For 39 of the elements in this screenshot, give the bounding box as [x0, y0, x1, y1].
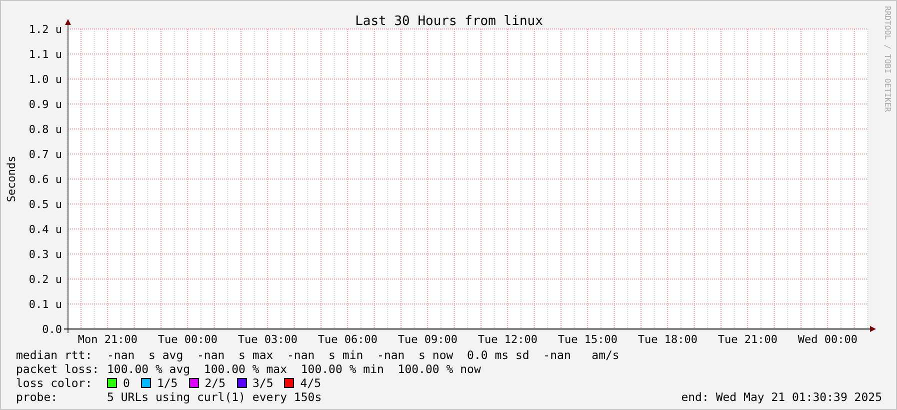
x-tick-label: Tue 03:00 — [238, 333, 298, 346]
y-tick-label: 0.8 u — [28, 123, 62, 136]
legend-label: median rtt: — [16, 348, 94, 362]
y-tick-label: 1.2 u — [28, 23, 62, 36]
chart-title: Last 30 Hours from linux — [355, 14, 543, 29]
legend-item-label: 1/5 — [156, 376, 178, 390]
legend-label: probe: — [16, 390, 59, 404]
legend-label: packet loss: — [16, 362, 100, 376]
y-tick-label: 0.6 u — [28, 173, 62, 186]
legend-item-label: 4/5 — [300, 376, 322, 390]
x-tick-label: Tue 00:00 — [158, 333, 218, 346]
x-tick-label: Tue 21:00 — [718, 333, 778, 346]
end-time: end: Wed May 21 01:30:39 2025 — [681, 390, 882, 404]
x-tick-label: Tue 15:00 — [558, 333, 618, 346]
y-tick-label: 1.0 u — [28, 73, 62, 86]
y-tick-label: 1.1 u — [28, 48, 62, 61]
y-tick-label: 0.5 u — [28, 198, 62, 211]
x-tick-label: Mon 21:00 — [78, 333, 138, 346]
x-tick-label: Tue 06:00 — [318, 333, 378, 346]
legend-label: loss color: — [16, 376, 94, 390]
legend-item-label: 3/5 — [252, 376, 274, 390]
x-tick-label: Tue 18:00 — [638, 333, 698, 346]
x-tick-label: Tue 09:00 — [398, 333, 458, 346]
y-axis-title: Seconds — [5, 156, 18, 202]
y-tick-label: 0.2 u — [28, 273, 62, 286]
credit-text: RRDTOOL / TOBI OETIKER — [883, 6, 892, 112]
x-tick-label: Tue 12:00 — [478, 333, 538, 346]
y-tick-label: 0.3 u — [28, 248, 62, 261]
x-tick-label: Wed 00:00 — [798, 333, 858, 346]
legend-values: 100.00 % avg 100.00 % max 100.00 % min 100.00 % now — [107, 362, 481, 376]
legend-item-label: 2/5 — [204, 376, 226, 390]
probe-text: 5 URLs using curl(1) every 150s — [107, 390, 322, 404]
y-tick-label: 0.0 — [42, 323, 62, 336]
legend-item-label: 0 — [123, 376, 130, 390]
y-tick-label: 0.1 u — [28, 298, 62, 311]
y-tick-label: 0.7 u — [28, 148, 62, 161]
legend-values: -nan s avg -nan s max -nan s min -nan s now 0.0 ms sd -nan am/s — [107, 348, 620, 362]
y-tick-label: 0.9 u — [28, 98, 62, 111]
y-tick-label: 0.4 u — [28, 223, 62, 236]
